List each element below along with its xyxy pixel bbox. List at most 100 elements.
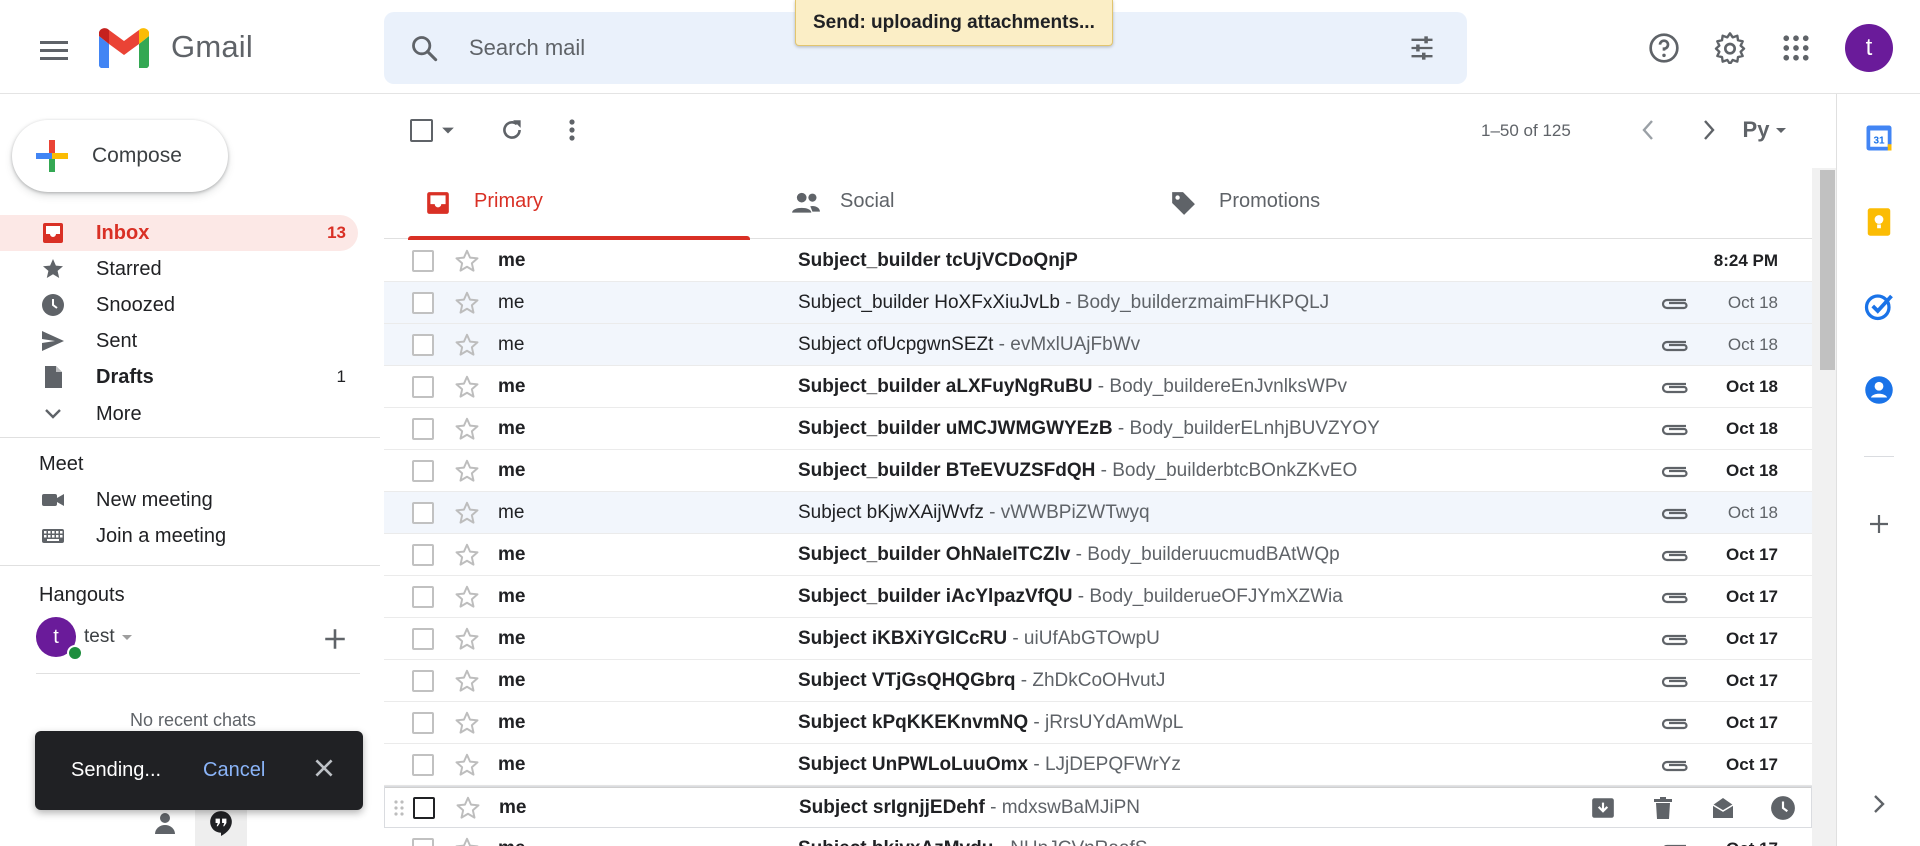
drag-handle-icon[interactable] — [393, 799, 405, 817]
close-icon — [315, 759, 333, 777]
star-toggle[interactable] — [454, 290, 480, 316]
caret-down-icon — [442, 127, 454, 134]
row-checkbox[interactable] — [413, 797, 435, 819]
get-addons-button[interactable] — [1859, 504, 1899, 544]
tab-social[interactable]: Social — [762, 168, 1128, 239]
star-toggle[interactable] — [454, 836, 480, 846]
star-toggle[interactable] — [455, 795, 481, 821]
email-subject: Subject iKBXiYGlCcRU — [798, 628, 1008, 649]
email-subject: Subject UnPWLoLuuOmx — [798, 754, 1029, 775]
row-checkbox[interactable] — [412, 838, 434, 846]
snooze-button[interactable] — [1763, 793, 1803, 823]
row-checkbox[interactable] — [412, 586, 434, 608]
row-checkbox[interactable] — [412, 334, 434, 356]
email-row[interactable]: me Subject srIgnjjEDehf - mdxswBaMJiPN — [384, 786, 1812, 828]
main-menu-button[interactable] — [30, 26, 78, 74]
settings-button[interactable] — [1706, 24, 1754, 72]
keep-button[interactable] — [1859, 202, 1899, 242]
join-meeting-button[interactable]: Join a meeting — [0, 518, 358, 554]
older-page-button[interactable] — [1689, 110, 1729, 150]
email-row[interactable]: me Subject iKBXiYGlCcRU - uiUfAbGTOwpU Oct… — [384, 618, 1812, 660]
star-toggle[interactable] — [454, 416, 480, 442]
row-checkbox[interactable] — [412, 670, 434, 692]
select-all-checkbox[interactable] — [410, 110, 470, 150]
apps-button[interactable] — [1772, 24, 1820, 72]
new-meeting-button[interactable]: New meeting — [0, 482, 358, 518]
star-toggle[interactable] — [454, 500, 480, 526]
star-toggle[interactable] — [454, 458, 480, 484]
star-toggle[interactable] — [454, 584, 480, 610]
email-date: Oct 18 — [1726, 461, 1778, 480]
more-actions-button[interactable] — [552, 110, 592, 150]
hangouts-user-switcher[interactable]: test — [84, 626, 133, 648]
input-tools-button[interactable]: Ру — [1730, 110, 1800, 150]
sidebar-item-sent[interactable]: Sent — [0, 323, 358, 359]
email-row[interactable]: me Subject_builder aLXFuyNgRuBU - Body_bu… — [384, 366, 1812, 408]
star-toggle[interactable] — [454, 332, 480, 358]
email-row[interactable]: me Subject_builder uMCJWMGWYEzB - Body_bu… — [384, 408, 1812, 450]
sidebar-item-more[interactable]: More — [0, 396, 358, 432]
star-toggle[interactable] — [454, 668, 480, 694]
star-toggle[interactable] — [454, 542, 480, 568]
email-row[interactable]: me Subject UnPWLoLuuOmx - LJjDEPQFWrYz Oct… — [384, 744, 1812, 786]
email-subject: Subject kPqKKEKnvmNQ — [798, 712, 1029, 733]
sidebar-item-snoozed[interactable]: Snoozed — [0, 287, 358, 323]
account-avatar[interactable]: t — [1845, 24, 1893, 72]
email-row[interactable]: me Subject ofUcpgwnSEZt - evMxlUAjFbWv Oct… — [384, 324, 1812, 366]
row-checkbox[interactable] — [412, 376, 434, 398]
refresh-button[interactable] — [492, 110, 532, 150]
star-toggle[interactable] — [454, 248, 480, 274]
sidebar-item-inbox[interactable]: Inbox 13 — [0, 215, 358, 251]
email-row[interactable]: me Subject bKjwXAijWvfz - vWWBPiZWTwyq Oct… — [384, 492, 1812, 534]
new-conversation-button[interactable] — [322, 626, 348, 652]
calendar-button[interactable]: 31 — [1859, 118, 1899, 158]
archive-button[interactable] — [1583, 793, 1623, 823]
star-toggle[interactable] — [454, 752, 480, 778]
mark-read-button[interactable] — [1703, 793, 1743, 823]
tab-primary[interactable]: Primary — [396, 168, 762, 240]
row-checkbox[interactable] — [412, 502, 434, 524]
search-icon[interactable] — [410, 34, 438, 62]
scrollbar-thumb[interactable] — [1820, 170, 1835, 370]
row-checkbox[interactable] — [412, 418, 434, 440]
row-checkbox[interactable] — [412, 544, 434, 566]
keep-notes-icon — [1867, 208, 1891, 236]
sidebar-item-drafts[interactable]: Drafts 1 — [0, 359, 358, 395]
star-outline-icon — [455, 501, 479, 524]
email-row[interactable]: me Subject_builder OhNaIeITCZlv - Body_bu… — [384, 534, 1812, 576]
row-checkbox[interactable] — [412, 754, 434, 776]
star-toggle[interactable] — [454, 374, 480, 400]
sidebar-item-starred[interactable]: Starred — [0, 251, 358, 287]
email-row[interactable]: me Subject_builder tcUjVCDoQnjP 8:24 PM — [384, 240, 1812, 282]
row-checkbox[interactable] — [412, 628, 434, 650]
star-toggle[interactable] — [454, 626, 480, 652]
hide-side-panel-button[interactable] — [1859, 784, 1899, 824]
star-toggle[interactable] — [454, 710, 480, 736]
attachment-indicator — [1660, 671, 1690, 691]
email-row[interactable]: me Subject_builder HoXFxXiuJvLb - Body_bu… — [384, 282, 1812, 324]
attachment-indicator — [1660, 335, 1690, 355]
cancel-send-button[interactable]: Cancel — [203, 759, 265, 782]
email-row[interactable]: me Subject bkivxAzMvdu - NHnJCVnRaafS Oct … — [384, 828, 1812, 846]
newer-page-button[interactable] — [1628, 110, 1668, 150]
email-subject-line: Subject bkivxAzMvdu - NHnJCVnRaafS — [798, 838, 1148, 846]
row-checkbox[interactable] — [412, 712, 434, 734]
gmail-logo[interactable]: Gmail — [97, 26, 253, 68]
row-checkbox[interactable] — [412, 460, 434, 482]
tasks-button[interactable] — [1859, 286, 1899, 326]
email-row[interactable]: me Subject_builder iAcYlpazVfQU - Body_bu… — [384, 576, 1812, 618]
email-row[interactable]: me Subject_builder BTeEVUZSFdQH - Body_bu… — [384, 450, 1812, 492]
search-options-icon[interactable] — [1408, 34, 1436, 62]
row-checkbox[interactable] — [412, 292, 434, 314]
email-row[interactable]: me Subject VTjGsQHQGbrq - ZhDkCoOHvutJ Oct… — [384, 660, 1812, 702]
email-subject: Subject srIgnjjEDehf — [799, 797, 985, 818]
email-subject-line: Subject srIgnjjEDehf - mdxswBaMJiPN — [799, 797, 1140, 819]
contacts-button[interactable] — [1859, 370, 1899, 410]
row-checkbox[interactable] — [412, 250, 434, 272]
delete-button[interactable] — [1643, 793, 1683, 823]
tab-promotions[interactable]: Promotions — [1141, 168, 1507, 239]
compose-button[interactable]: Compose — [12, 120, 228, 192]
email-row[interactable]: me Subject kPqKKEKnvmNQ - jRrsUYdAmWpL Oct… — [384, 702, 1812, 744]
close-snackbar-button[interactable] — [311, 755, 337, 781]
help-button[interactable] — [1640, 24, 1688, 72]
